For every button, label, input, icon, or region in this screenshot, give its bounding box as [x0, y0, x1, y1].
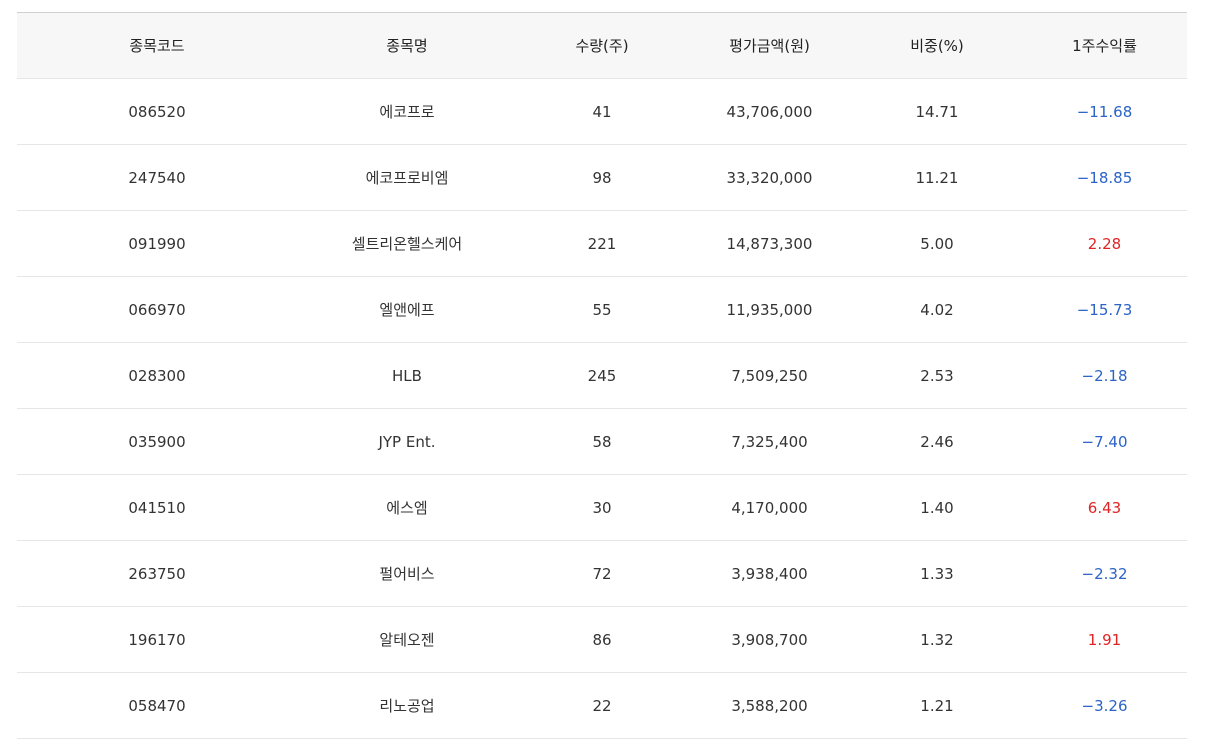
table-row: 041510 에스엠 30 4,170,000 1.40 6.43 [17, 474, 1187, 541]
cell-return: −18.85 [1022, 144, 1187, 211]
holdings-table: 종목코드 종목명 수량(주) 평가금액(원) 비중(%) 1주수익률 08652… [17, 12, 1187, 739]
header-name: 종목명 [386, 37, 428, 55]
cell-code: 066970 [17, 276, 297, 343]
table-row: 058470 리노공업 22 3,588,200 1.21 −3.26 [17, 672, 1187, 739]
holdings-table-container: 종목코드 종목명 수량(주) 평가금액(원) 비중(%) 1주수익률 08652… [17, 12, 1187, 739]
cell-code: 247540 [17, 144, 297, 211]
table-row: 035900 JYP Ent. 58 7,325,400 2.46 −7.40 [17, 408, 1187, 475]
cell-weight: 2.46 [852, 408, 1022, 475]
cell-quantity: 41 [517, 78, 687, 145]
cell-return: −2.18 [1022, 342, 1187, 409]
cell-quantity: 22 [517, 672, 687, 739]
cell-value: 43,706,000 [687, 78, 852, 145]
cell-code: 091990 [17, 210, 297, 277]
table-row: 247540 에코프로비엠 98 33,320,000 11.21 −18.85 [17, 144, 1187, 211]
cell-code: 058470 [17, 672, 297, 739]
cell-weight: 1.40 [852, 474, 1022, 541]
cell-quantity: 86 [517, 606, 687, 673]
cell-return: −15.73 [1022, 276, 1187, 343]
cell-return: −2.32 [1022, 540, 1187, 607]
cell-value: 3,588,200 [687, 672, 852, 739]
table-body: 086520 에코프로 41 43,706,000 14.71 −11.68 2… [17, 78, 1187, 739]
cell-quantity: 221 [517, 210, 687, 277]
cell-quantity: 55 [517, 276, 687, 343]
cell-weight: 1.33 [852, 540, 1022, 607]
cell-code: 035900 [17, 408, 297, 475]
table-header: 종목코드 종목명 수량(주) 평가금액(원) 비중(%) 1주수익률 [17, 12, 1187, 79]
cell-code: 196170 [17, 606, 297, 673]
cell-value: 7,509,250 [687, 342, 852, 409]
cell-value: 3,908,700 [687, 606, 852, 673]
cell-name: 에코프로비엠 [297, 144, 517, 211]
cell-weight: 1.32 [852, 606, 1022, 673]
table-row: 091990 셀트리온헬스케어 221 14,873,300 5.00 2.28 [17, 210, 1187, 277]
cell-name: JYP Ent. [297, 408, 517, 475]
cell-code: 086520 [17, 78, 297, 145]
cell-name: HLB [297, 342, 517, 409]
cell-value: 11,935,000 [687, 276, 852, 343]
cell-quantity: 98 [517, 144, 687, 211]
cell-return: −3.26 [1022, 672, 1187, 739]
table-row: 086520 에코프로 41 43,706,000 14.71 −11.68 [17, 78, 1187, 145]
cell-name: 엘앤에프 [297, 276, 517, 343]
header-value: 평가금액(원) [729, 37, 810, 55]
header-quantity: 수량(주) [575, 37, 629, 55]
cell-weight: 1.21 [852, 672, 1022, 739]
cell-return: −11.68 [1022, 78, 1187, 145]
cell-name: 알테오젠 [297, 606, 517, 673]
cell-weight: 2.53 [852, 342, 1022, 409]
cell-return: 6.43 [1022, 474, 1187, 541]
cell-name: 셀트리온헬스케어 [297, 210, 517, 277]
cell-name: 펄어비스 [297, 540, 517, 607]
cell-code: 263750 [17, 540, 297, 607]
cell-value: 4,170,000 [687, 474, 852, 541]
cell-weight: 4.02 [852, 276, 1022, 343]
cell-name: 리노공업 [297, 672, 517, 739]
cell-value: 14,873,300 [687, 210, 852, 277]
cell-quantity: 58 [517, 408, 687, 475]
header-code: 종목코드 [129, 37, 185, 55]
cell-quantity: 30 [517, 474, 687, 541]
cell-code: 028300 [17, 342, 297, 409]
cell-value: 7,325,400 [687, 408, 852, 475]
header-return: 1주수익률 [1072, 37, 1137, 55]
table-row: 263750 펄어비스 72 3,938,400 1.33 −2.32 [17, 540, 1187, 607]
header-weight: 비중(%) [910, 37, 964, 55]
table-row: 066970 엘앤에프 55 11,935,000 4.02 −15.73 [17, 276, 1187, 343]
cell-value: 3,938,400 [687, 540, 852, 607]
cell-weight: 14.71 [852, 78, 1022, 145]
cell-return: −7.40 [1022, 408, 1187, 475]
cell-quantity: 245 [517, 342, 687, 409]
header-row: 종목코드 종목명 수량(주) 평가금액(원) 비중(%) 1주수익률 [17, 12, 1187, 79]
cell-name: 에코프로 [297, 78, 517, 145]
cell-weight: 11.21 [852, 144, 1022, 211]
cell-code: 041510 [17, 474, 297, 541]
cell-return: 1.91 [1022, 606, 1187, 673]
cell-return: 2.28 [1022, 210, 1187, 277]
cell-weight: 5.00 [852, 210, 1022, 277]
cell-quantity: 72 [517, 540, 687, 607]
cell-name: 에스엠 [297, 474, 517, 541]
table-row: 028300 HLB 245 7,509,250 2.53 −2.18 [17, 342, 1187, 409]
cell-value: 33,320,000 [687, 144, 852, 211]
table-row: 196170 알테오젠 86 3,908,700 1.32 1.91 [17, 606, 1187, 673]
